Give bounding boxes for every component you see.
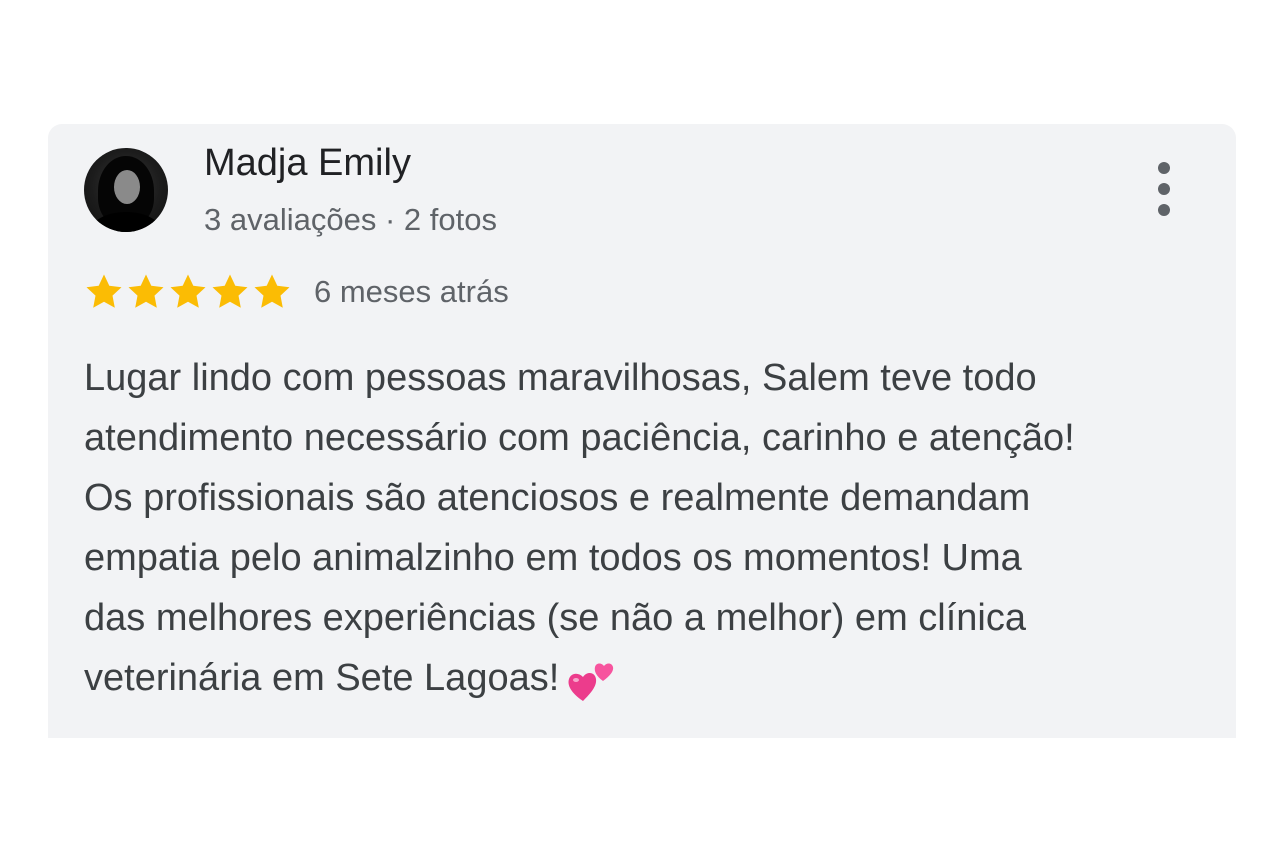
- two-hearts-icon: [565, 655, 615, 705]
- reviewer-name[interactable]: Madja Emily: [204, 142, 411, 185]
- star-icon: [168, 272, 208, 312]
- star-icon: [210, 272, 250, 312]
- star-icon: [252, 272, 292, 312]
- review-text-line: Os profissionais são atenciosos e realme…: [84, 477, 1031, 519]
- review-text-line: atendimento necessário com paciência, ca…: [84, 417, 1075, 459]
- review-text-line: empatia pelo animalzinho em todos os mom…: [84, 537, 1022, 579]
- review-text: Lugar lindo com pessoas maravilhosas, Sa…: [84, 348, 1204, 708]
- review-text-line: veterinária em Sete Lagoas!: [84, 648, 1204, 708]
- review-text-line: das melhores experiências (se não a melh…: [84, 597, 1026, 639]
- star-icon: [84, 272, 124, 312]
- avatar[interactable]: [84, 148, 168, 232]
- review-text-line: Lugar lindo com pessoas maravilhosas, Sa…: [84, 357, 1037, 399]
- review-card: Madja Emily 3 avaliações · 2 fotos 6 mes…: [48, 124, 1236, 738]
- more-options-icon[interactable]: [1146, 162, 1182, 216]
- star-rating: [84, 272, 292, 312]
- reviewer-stats: 3 avaliações · 2 fotos: [204, 202, 497, 237]
- rating-row: 6 meses atrás: [84, 272, 509, 312]
- review-date: 6 meses atrás: [314, 274, 509, 309]
- star-icon: [126, 272, 166, 312]
